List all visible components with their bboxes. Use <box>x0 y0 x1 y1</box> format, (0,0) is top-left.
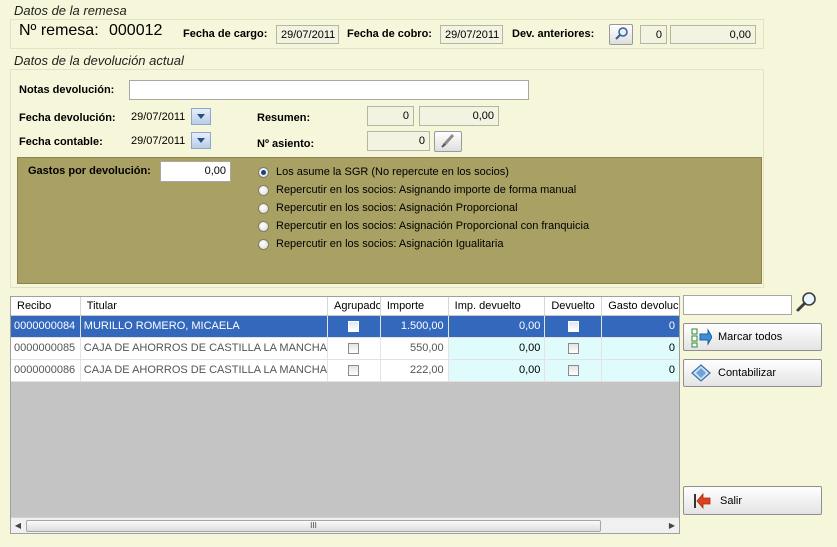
asiento-action-button[interactable] <box>434 131 462 152</box>
cell-importe: 550,00 <box>380 338 449 359</box>
remesa-number-label: Nº remesa: <box>19 22 99 39</box>
grid-search-input[interactable] <box>683 295 792 315</box>
notas-devolucion-label: Notas devolución: <box>19 84 115 96</box>
check-list-icon <box>690 326 712 348</box>
radio-icon <box>258 238 269 250</box>
magnifier-icon[interactable] <box>795 290 819 314</box>
recibos-grid[interactable]: Recibo Titular Agrupado Importe Imp. dev… <box>10 296 680 534</box>
cell-titular: MURILLO ROMERO, MICAELA <box>80 316 329 337</box>
cell-gasto[interactable]: 0 <box>602 360 679 381</box>
cell-recibo: 0000000084 <box>11 316 81 337</box>
column-header-devuelto[interactable]: Devuelto <box>545 297 603 315</box>
dev-anteriores-search-button[interactable] <box>609 24 633 45</box>
cell-imp-devuelto[interactable]: 0,00 <box>448 316 546 337</box>
cell-recibo: 0000000086 <box>11 360 81 381</box>
salir-button[interactable]: Salir <box>683 486 822 515</box>
cell-devuelto <box>545 338 603 359</box>
cell-gasto[interactable]: 0 <box>602 338 679 359</box>
fecha-cargo-field: 29/07/2011 <box>276 25 339 44</box>
dev-anteriores-count: 0 <box>640 25 667 44</box>
radio-icon <box>258 202 269 214</box>
gastos-option[interactable]: Repercutir en los socios: Asignación Pro… <box>258 199 589 217</box>
gastos-label: Gastos por devolución: <box>28 165 151 177</box>
resumen-label: Resumen: <box>257 112 311 124</box>
cell-imp-devuelto[interactable]: 0,00 <box>448 338 546 359</box>
fecha-cargo-label: Fecha de cargo: <box>183 28 268 40</box>
horizontal-scrollbar[interactable]: ◀ III ▶ <box>11 517 679 533</box>
dev-anteriores-amount: 0,00 <box>670 25 756 44</box>
radio-icon <box>258 184 269 196</box>
gastos-options: Los asume la SGR (No repercute en los so… <box>258 163 589 253</box>
fecha-contable-dropdown-button[interactable] <box>191 132 211 149</box>
cell-importe: 222,00 <box>380 360 449 381</box>
table-row[interactable]: 0000000084 MURILLO ROMERO, MICAELA 1.500… <box>11 316 679 338</box>
cell-imp-devuelto[interactable]: 0,00 <box>448 360 546 381</box>
fecha-contable-value[interactable]: 29/07/2011 <box>131 135 185 147</box>
cell-titular: CAJA DE AHORROS DE CASTILLA LA MANCHA <box>80 338 329 359</box>
fecha-cobro-field: 29/07/2011 <box>440 25 503 44</box>
contabilizar-button[interactable]: Contabilizar <box>683 359 822 387</box>
devuelto-checkbox[interactable] <box>567 321 579 332</box>
radio-icon <box>258 220 269 232</box>
contabilizar-label: Contabilizar <box>718 367 777 379</box>
cell-agrupado <box>328 338 381 359</box>
scroll-left-icon[interactable]: ◀ <box>11 521 25 530</box>
cell-devuelto <box>545 316 603 337</box>
column-header-agrupado[interactable]: Agrupado <box>328 297 381 315</box>
remesa-number-value: 000012 <box>109 22 163 39</box>
fecha-cobro-label: Fecha de cobro: <box>347 28 432 40</box>
cell-agrupado <box>328 316 381 337</box>
exit-icon <box>692 491 712 511</box>
scroll-right-icon[interactable]: ▶ <box>665 521 679 530</box>
gastos-option[interactable]: Los asume la SGR (No repercute en los so… <box>258 163 589 181</box>
salir-label: Salir <box>720 494 743 507</box>
cell-devuelto <box>545 360 603 381</box>
cell-gasto[interactable]: 0 <box>602 316 679 337</box>
cell-recibo: 0000000085 <box>11 338 81 359</box>
column-header-recibo[interactable]: Recibo <box>11 297 81 315</box>
gastos-option[interactable]: Repercutir en los socios: Asignación Igu… <box>258 235 589 253</box>
column-header-importe[interactable]: Importe <box>381 297 449 315</box>
cell-agrupado <box>328 360 381 381</box>
brush-icon <box>440 132 456 151</box>
ledger-icon <box>690 362 712 384</box>
dev-anteriores-label: Dev. anteriores: <box>512 28 595 40</box>
chevron-down-icon <box>197 138 205 143</box>
asiento-field: 0 <box>367 131 430 151</box>
gastos-option[interactable]: Repercutir en los socios: Asignación Pro… <box>258 217 589 235</box>
fecha-devolucion-label: Fecha devolución: <box>19 112 116 124</box>
devuelto-checkbox[interactable] <box>567 343 579 354</box>
marcar-todos-button[interactable]: Marcar todos <box>683 323 822 351</box>
scroll-track[interactable]: III <box>25 519 665 533</box>
fecha-devolucion-value[interactable]: 29/07/2011 <box>131 111 185 123</box>
scroll-thumb[interactable]: III <box>26 519 601 532</box>
column-header-gasto[interactable]: Gasto devoluci <box>602 297 679 315</box>
agrupado-checkbox[interactable] <box>348 365 360 376</box>
agrupado-checkbox[interactable] <box>348 321 360 332</box>
notas-devolucion-input[interactable] <box>129 80 529 100</box>
table-row[interactable]: 0000000085 CAJA DE AHORROS DE CASTILLA L… <box>11 338 679 360</box>
gastos-input[interactable]: 0,00 <box>160 161 231 182</box>
remesa-section-title: Datos de la remesa <box>14 3 127 18</box>
devuelto-checkbox[interactable] <box>567 365 579 376</box>
marcar-todos-label: Marcar todos <box>718 331 783 343</box>
asiento-label: Nº asiento: <box>257 138 315 150</box>
column-header-imp-devuelto[interactable]: Imp. devuelto <box>449 297 546 315</box>
radio-selected-icon <box>258 166 269 178</box>
magnifier-icon <box>614 26 629 44</box>
gastos-option[interactable]: Repercutir en los socios: Asignando impo… <box>258 181 589 199</box>
resumen-amount: 0,00 <box>419 106 499 126</box>
chevron-down-icon <box>197 114 205 119</box>
devolucion-section-title: Datos de la devolución actual <box>14 53 184 68</box>
agrupado-checkbox[interactable] <box>348 343 360 354</box>
table-row[interactable]: 0000000086 CAJA DE AHORROS DE CASTILLA L… <box>11 360 679 382</box>
cell-titular: CAJA DE AHORROS DE CASTILLA LA MANCHA <box>80 360 329 381</box>
grid-header: Recibo Titular Agrupado Importe Imp. dev… <box>11 297 679 316</box>
fecha-contable-label: Fecha contable: <box>19 136 103 148</box>
resumen-count: 0 <box>367 106 414 126</box>
column-header-titular[interactable]: Titular <box>81 297 328 315</box>
fecha-devolucion-dropdown-button[interactable] <box>191 108 211 125</box>
cell-importe: 1.500,00 <box>380 316 449 337</box>
